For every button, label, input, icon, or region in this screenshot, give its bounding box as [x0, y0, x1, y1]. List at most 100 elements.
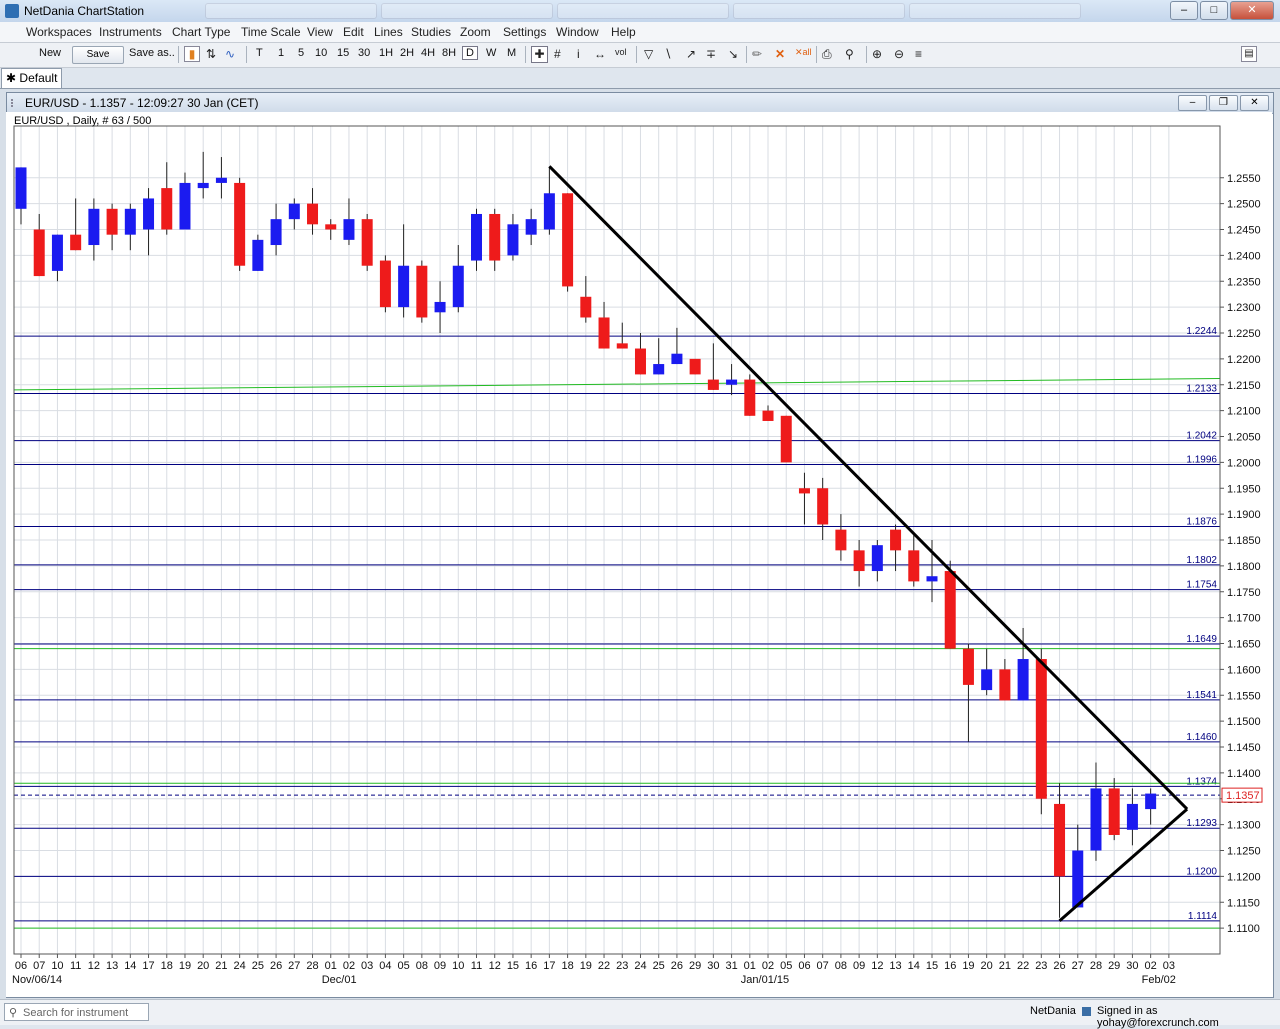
x-tick-label: 21: [999, 960, 1011, 972]
alert-bell-icon[interactable]: ▽: [644, 47, 653, 61]
candle-down: [835, 529, 847, 551]
search-input[interactable]: ⚲ Search for instrument: [4, 1003, 149, 1021]
y-tick-label: 1.2200: [1227, 354, 1261, 366]
arrow-tool-icon[interactable]: ↘: [728, 47, 738, 61]
timeframe-10[interactable]: 10: [315, 47, 327, 59]
x-tick-label: 02: [1145, 960, 1157, 972]
y-tick-label: 1.1850: [1227, 535, 1261, 547]
candle-up: [525, 219, 537, 235]
menu-view[interactable]: View: [307, 25, 333, 39]
x-tick-label: 28: [1090, 960, 1102, 972]
close-button[interactable]: ✕: [1230, 1, 1274, 20]
menu-settings[interactable]: Settings: [503, 25, 546, 39]
candle-down: [379, 260, 391, 308]
minimize-button[interactable]: –: [1170, 1, 1198, 20]
chart-minimize-button[interactable]: –: [1178, 95, 1207, 111]
pin-icon: ✱: [6, 71, 17, 85]
maximize-button[interactable]: □: [1200, 1, 1228, 20]
menu-instruments[interactable]: Instruments: [99, 25, 162, 39]
bar-chart-icon[interactable]: ⇅: [206, 47, 216, 61]
workspace-tab-default[interactable]: ✱ Default: [1, 68, 62, 88]
timeframe-15[interactable]: 15: [337, 47, 349, 59]
hline-label: 1.1996: [1186, 454, 1217, 465]
x-tick-label: 19: [580, 960, 592, 972]
x-tick-label: 06: [15, 960, 27, 972]
timeframe-1h[interactable]: 1H: [379, 47, 393, 59]
y-tick-label: 1.2550: [1227, 173, 1261, 185]
hline-label: 1.1293: [1186, 818, 1217, 829]
x-tick-label: 08: [835, 960, 847, 972]
print-preview-icon[interactable]: ⚲: [845, 47, 854, 61]
menu-zoom[interactable]: Zoom: [460, 25, 491, 39]
candle-down: [70, 234, 82, 251]
candle-down: [489, 213, 501, 261]
x-tick-label: 20: [981, 960, 993, 972]
candle-chart-icon[interactable]: ▮: [184, 46, 200, 62]
x-tick-label: 05: [780, 960, 792, 972]
timeframe-4h[interactable]: 4H: [421, 47, 435, 59]
candle-down: [325, 224, 337, 230]
menu-time-scale[interactable]: Time Scale: [241, 25, 301, 39]
candle-up: [1145, 793, 1157, 810]
chart-window-titlebar[interactable]: EUR/USD - 1.1357 - 12:09:27 30 Jan (CET)…: [7, 93, 1273, 114]
timeframe-2h[interactable]: 2H: [400, 47, 414, 59]
x-tick-label: 13: [106, 960, 118, 972]
timeframe-8h[interactable]: 8H: [442, 47, 456, 59]
save-button[interactable]: Save: [72, 46, 124, 64]
chart-restore-button[interactable]: ❐: [1209, 95, 1238, 111]
menu-chart-type[interactable]: Chart Type: [172, 25, 230, 39]
info-icon[interactable]: i: [577, 47, 580, 61]
candle-down: [562, 193, 574, 287]
timeframe-1[interactable]: 1: [278, 47, 284, 59]
menu-lines[interactable]: Lines: [374, 25, 403, 39]
timeframe-30[interactable]: 30: [358, 47, 370, 59]
candle-down: [780, 415, 792, 463]
candlestick-chart[interactable]: 1.2244 1.2133 1.2042 1.1996 1.1876 1.1802 1.17…: [6, 112, 1272, 997]
new-button[interactable]: New: [39, 47, 61, 59]
menu-studies[interactable]: Studies: [411, 25, 451, 39]
x-tick-label: 17: [543, 960, 555, 972]
delete-icon[interactable]: ✕: [775, 47, 785, 61]
panel-toggle-icon[interactable]: ▤: [1241, 46, 1257, 62]
x-tick-label: 23: [1035, 960, 1047, 972]
candle-down: [817, 488, 829, 525]
zoom-out-icon[interactable]: ⊖: [894, 47, 904, 61]
drag-grip-icon[interactable]: [11, 99, 21, 107]
pen-icon[interactable]: ✏: [752, 47, 762, 61]
x-tick-label: 20: [197, 960, 209, 972]
timeframe-m[interactable]: M: [507, 47, 516, 59]
print-icon[interactable]: ⎙: [822, 47, 832, 62]
timeframe-t[interactable]: T: [256, 47, 263, 59]
menu-workspaces[interactable]: Workspaces: [26, 25, 92, 39]
x-tick-label: 06: [798, 960, 810, 972]
x-tick-label: 26: [671, 960, 683, 972]
toolbar: New Save Save as.. ▮ ⇅ ∿ T 1 5 10 15 30 …: [0, 43, 1280, 68]
ray-tool-icon[interactable]: ↗: [686, 47, 696, 61]
search-placeholder: Search for instrument: [23, 1007, 129, 1019]
menu-help[interactable]: Help: [611, 25, 636, 39]
chart-close-button[interactable]: ✕: [1240, 95, 1269, 111]
volume-icon[interactable]: vol: [615, 47, 627, 57]
line-chart-icon[interactable]: ∿: [225, 47, 235, 61]
fit-icon[interactable]: ≡: [915, 47, 922, 61]
grid-icon[interactable]: #: [554, 47, 561, 61]
timeframe-5[interactable]: 5: [298, 47, 304, 59]
candle-down: [307, 203, 319, 225]
candle-up: [179, 182, 191, 230]
save-as-button[interactable]: Save as..: [129, 47, 175, 59]
expand-icon[interactable]: ↔: [594, 47, 606, 61]
channel-tool-icon[interactable]: ∓: [706, 47, 716, 61]
provider-label: NetDania: [1030, 1005, 1076, 1017]
delete-all-icon[interactable]: ✕all: [795, 47, 812, 58]
menu-window[interactable]: Window: [556, 25, 599, 39]
menu-edit[interactable]: Edit: [343, 25, 364, 39]
timeframe-d[interactable]: D: [462, 46, 478, 60]
x-tick-label: 11: [471, 960, 482, 972]
candle-down: [106, 208, 118, 235]
trendline-tool-icon[interactable]: ∖: [664, 47, 672, 61]
candle-up: [1090, 788, 1102, 851]
zoom-in-icon[interactable]: ⊕: [872, 47, 882, 61]
timeframe-w[interactable]: W: [486, 47, 496, 59]
crosshair-icon[interactable]: ✚: [531, 46, 548, 63]
app-icon: [5, 4, 19, 18]
